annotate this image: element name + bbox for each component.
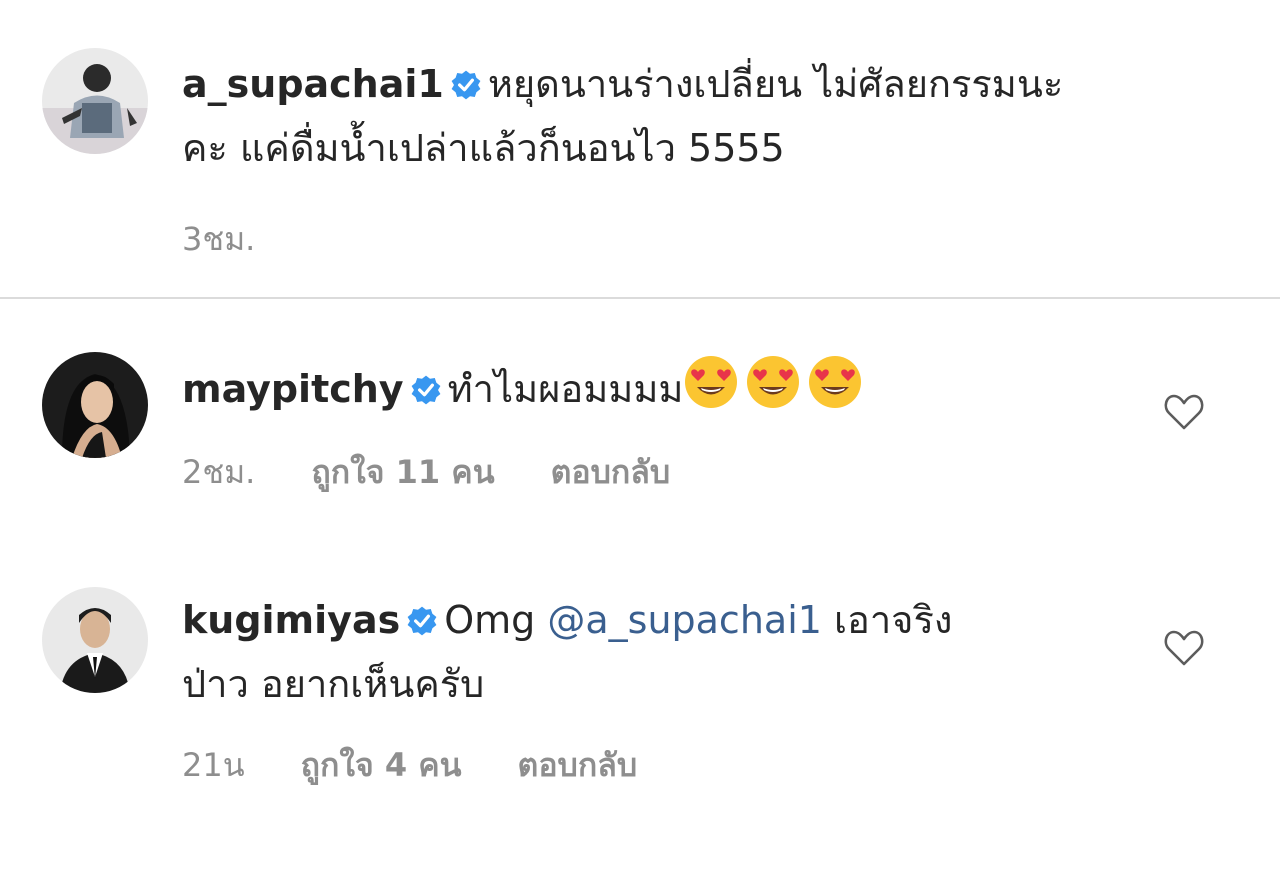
comment-text-line2: คะ แค่ดื่มน้ำเปล่าแล้วก็นอนไว 5555 bbox=[182, 126, 785, 170]
mention-link[interactable]: @a_supachai1 bbox=[547, 598, 822, 642]
verified-badge-icon bbox=[450, 58, 482, 118]
likes-count[interactable]: ถูกใจ 4 คน bbox=[301, 740, 462, 791]
comment-time: 21น bbox=[182, 746, 245, 784]
comment-text: maypitchy ทำไมผอมมมม bbox=[182, 354, 1170, 427]
heart-outline-icon[interactable] bbox=[1163, 392, 1205, 432]
heart-eyes-emoji-icon bbox=[745, 354, 801, 427]
reply-button[interactable]: ตอบกลับ bbox=[518, 740, 638, 791]
comment-text-line2: ป่าว อยากเห็นครับ bbox=[182, 662, 485, 706]
comment-text: ทำไมผอมมมม bbox=[447, 367, 684, 411]
avatar[interactable] bbox=[42, 352, 148, 458]
username[interactable]: a_supachai1 bbox=[182, 62, 444, 106]
username[interactable]: kugimiyas bbox=[182, 598, 400, 642]
heart-outline-icon[interactable] bbox=[1163, 628, 1205, 668]
comment-text-prefix: Omg bbox=[444, 598, 536, 642]
avatar[interactable] bbox=[42, 48, 148, 154]
comment-time: 3ชม. bbox=[182, 220, 256, 258]
comment-text: a_supachai1 หยุดนานร่างเปลี่ยน ไม่ศัลยกรร… bbox=[182, 54, 1170, 178]
verified-badge-icon bbox=[410, 363, 442, 423]
username[interactable]: maypitchy bbox=[182, 367, 404, 411]
verified-badge-icon bbox=[406, 594, 438, 654]
heart-eyes-emoji-icon bbox=[807, 354, 863, 427]
reply-button[interactable]: ตอบกลับ bbox=[551, 447, 671, 498]
comment-text-line1: หยุดนานร่างเปลี่ยน ไม่ศัลยกรรมนะ bbox=[487, 62, 1064, 106]
comment-text: kugimiyas Omg @a_supachai1 เอาจริง ป่าว อ… bbox=[182, 590, 1170, 714]
heart-eyes-emoji-icon bbox=[683, 354, 739, 427]
likes-count[interactable]: ถูกใจ 11 คน bbox=[311, 447, 494, 498]
avatar[interactable] bbox=[42, 587, 148, 693]
divider bbox=[0, 297, 1280, 299]
comment-text-suffix: เอาจริง bbox=[834, 598, 953, 642]
comment-time: 2ชม. bbox=[182, 453, 256, 491]
